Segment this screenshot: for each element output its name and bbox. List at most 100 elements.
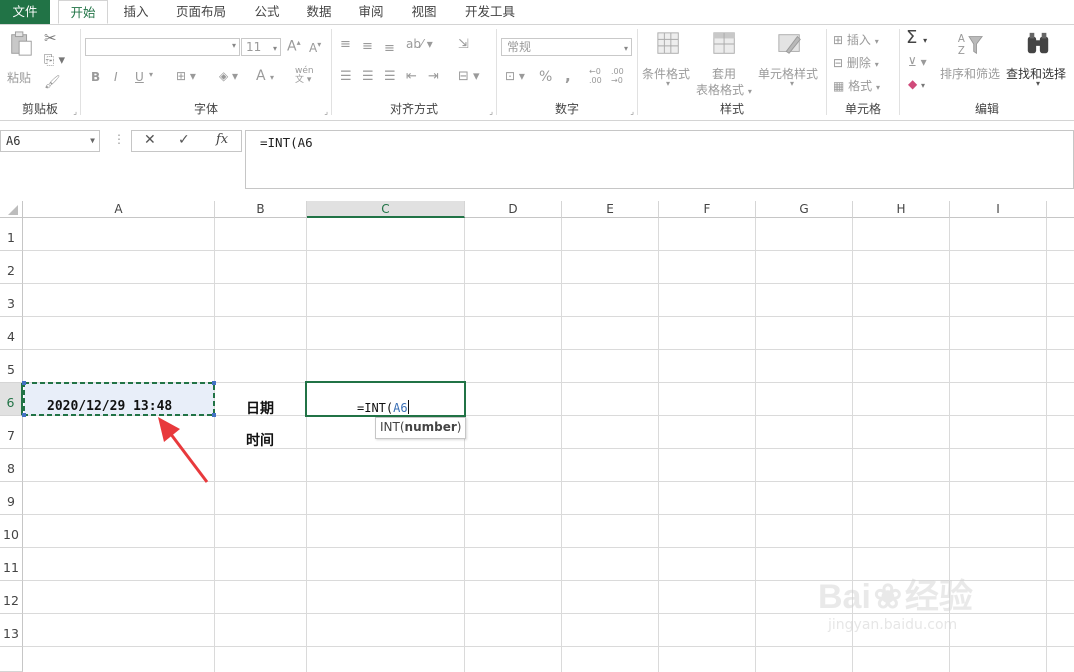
sort-filter-button[interactable]: A Z 排序和筛选 (940, 31, 1004, 87)
name-box[interactable]: A6 ▼ (0, 130, 100, 152)
tab-view[interactable]: 视图 (404, 0, 444, 24)
delete-cells-button[interactable]: ⊟ 删除 ▾ (833, 54, 879, 71)
column-header-a[interactable]: A (23, 201, 215, 218)
increase-indent-icon[interactable]: ⇥ (428, 69, 439, 84)
function-tooltip[interactable]: INT(number) (375, 417, 467, 439)
decrease-decimal-button[interactable]: .00 →0 (611, 67, 624, 85)
border-icon[interactable]: ⊞ ▾ (176, 69, 196, 83)
accounting-format-icon[interactable]: ⊡ ▾ (505, 69, 525, 83)
gridline (306, 218, 307, 672)
column-header-b[interactable]: B (215, 201, 307, 218)
clipboard-launcher-icon[interactable]: ⌟ (73, 107, 77, 116)
row-header-12[interactable]: 12 (0, 581, 23, 614)
decrease-indent-icon[interactable]: ⇤ (406, 69, 417, 84)
row-header-3[interactable]: 3 (0, 284, 23, 317)
number-launcher-icon[interactable]: ⌟ (630, 107, 634, 116)
fill-color-icon[interactable]: ◈ ▾ (219, 69, 238, 83)
tooltip-argument: number (404, 420, 457, 434)
copy-icon[interactable]: ⎘ ▾ (44, 53, 65, 68)
row-header-11[interactable]: 11 (0, 548, 23, 581)
font-size-value: 11 (246, 40, 262, 54)
cancel-icon[interactable]: ✕ (144, 132, 156, 148)
number-format-select[interactable]: 常规 ▾ (501, 38, 632, 56)
percent-button[interactable]: % (539, 69, 552, 85)
name-box-dropdown-icon[interactable]: ▼ (90, 131, 95, 151)
tab-data[interactable]: 数据 (299, 0, 339, 24)
row-header-4[interactable]: 4 (0, 317, 23, 350)
row-header-14[interactable] (0, 647, 23, 672)
column-header-c[interactable]: C (307, 201, 465, 218)
select-all-corner[interactable] (0, 201, 23, 218)
font-launcher-icon[interactable]: ⌟ (324, 107, 328, 116)
row-header-9[interactable]: 9 (0, 482, 23, 515)
column-header-overflow[interactable] (1047, 201, 1074, 218)
row-header-2[interactable]: 2 (0, 251, 23, 284)
cells-label: 单元格 (844, 102, 881, 116)
clear-icon[interactable]: ◆ ▾ (908, 77, 925, 91)
tab-file[interactable]: 文件 (0, 0, 50, 24)
delete-cells-icon: ⊟ (833, 56, 844, 70)
row-header-10[interactable]: 10 (0, 515, 23, 548)
conditional-format-button[interactable]: 条件格式 ▾ (642, 31, 698, 91)
column-header-f[interactable]: F (659, 201, 756, 218)
merge-center-icon[interactable]: ⊟ ▾ (458, 69, 480, 84)
cut-icon[interactable]: ✂ (44, 29, 57, 47)
formula-input[interactable]: =INT(A6 (245, 130, 1074, 189)
wrap-text-icon[interactable]: ⇲ (458, 37, 469, 52)
align-middle-icon[interactable]: ≡ (362, 39, 373, 54)
row-header-13[interactable]: 13 (0, 614, 23, 647)
worksheet-grid[interactable]: A B C D E F G H I 1 2 3 4 5 6 7 8 9 10 1… (0, 201, 1074, 672)
align-center-icon[interactable]: ☰ (362, 69, 374, 84)
font-size-select[interactable]: 11 ▾ (241, 38, 281, 56)
align-top-icon[interactable]: ≡ (340, 37, 351, 52)
find-select-button[interactable]: 查找和选择 ▾ (1006, 31, 1072, 91)
autosum-button[interactable]: Σ ▾ (906, 27, 927, 48)
font-name-select[interactable]: ▾ (85, 38, 240, 56)
format-painter-icon[interactable]: 🖌 (44, 75, 61, 90)
alignment-launcher-icon[interactable]: ⌟ (489, 107, 493, 116)
column-header-i[interactable]: I (950, 201, 1047, 218)
insert-function-icon[interactable]: fx (216, 132, 228, 147)
tab-review[interactable]: 审阅 (351, 0, 391, 24)
cell-styles-button[interactable]: 单元格样式 ▾ (756, 31, 824, 91)
phonetic-button[interactable]: wén 文 ▾ (295, 67, 314, 85)
gridline (23, 349, 1074, 350)
watermark-brand-left: Bai (818, 578, 871, 616)
row-header-5[interactable]: 5 (0, 350, 23, 383)
tab-home[interactable]: 开始 (58, 0, 108, 24)
align-right-icon[interactable]: ☰ (384, 69, 396, 84)
column-header-e[interactable]: E (562, 201, 659, 218)
grow-font-button[interactable]: A▴ (287, 38, 301, 55)
increase-decimal-button[interactable]: ←0 .00 (589, 67, 602, 85)
fill-icon[interactable]: ⊻ ▾ (908, 55, 927, 69)
underline-dropdown-icon[interactable]: ▾ (149, 70, 153, 79)
row-header-1[interactable]: 1 (0, 218, 23, 251)
cell-c6-editor[interactable]: =INT(A6 (357, 400, 409, 415)
column-header-h[interactable]: H (853, 201, 950, 218)
editing-group: Σ ▾ ⊻ ▾ ◆ ▾ A Z 排序和筛选 查找和选择 ▾ 编辑 (900, 25, 1074, 120)
row-header-8[interactable]: 8 (0, 449, 23, 482)
orientation-icon[interactable]: ab⁄ ▾ (406, 37, 433, 51)
paste-button[interactable]: 粘贴 (4, 31, 38, 87)
row-header-7[interactable]: 7 (0, 416, 23, 449)
shrink-font-button[interactable]: A▾ (309, 40, 321, 55)
italic-button[interactable]: I (114, 70, 118, 84)
confirm-icon[interactable]: ✓ (178, 132, 190, 148)
tab-developer[interactable]: 开发工具 (459, 0, 521, 24)
column-header-g[interactable]: G (756, 201, 853, 218)
font-color-button[interactable]: A ▾ (256, 68, 274, 84)
format-cells-button[interactable]: ▦ 格式 ▾ (833, 77, 880, 94)
align-bottom-icon[interactable]: ≡ (384, 41, 395, 56)
format-as-table-button[interactable]: 套用 表格格式 ▾ (696, 31, 754, 97)
tab-page-layout[interactable]: 页面布局 (170, 0, 232, 24)
underline-button[interactable]: U (135, 70, 144, 84)
row-header-6[interactable]: 6 (0, 383, 23, 416)
column-header-d[interactable]: D (465, 201, 562, 218)
align-left-icon[interactable]: ☰ (340, 69, 352, 84)
insert-cells-button[interactable]: ⊞ 插入 ▾ (833, 31, 879, 48)
bold-button[interactable]: B (91, 70, 100, 84)
comma-button[interactable]: , (565, 67, 571, 85)
tab-formulas[interactable]: 公式 (247, 0, 287, 24)
grow-font-label: A (287, 38, 297, 55)
tab-insert[interactable]: 插入 (115, 0, 157, 24)
